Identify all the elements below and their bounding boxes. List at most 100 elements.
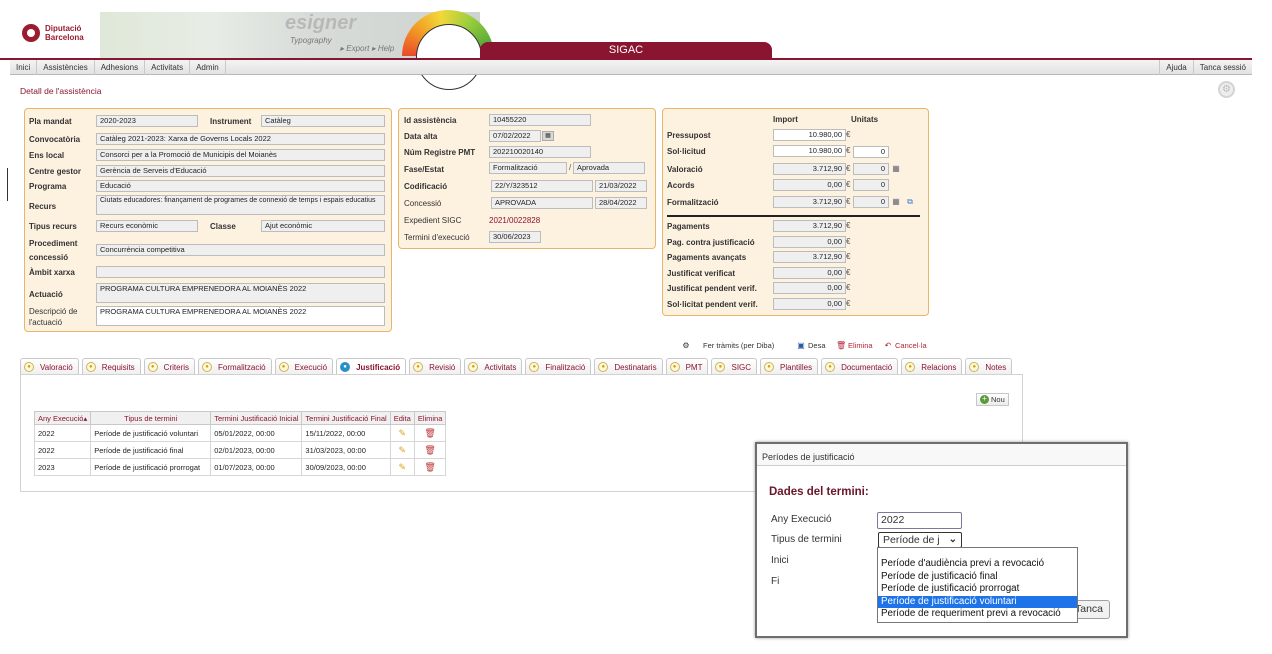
desa-button[interactable]: ▣ Desa — [796, 340, 825, 352]
economic-panel: Import Unitats Pressupost 10.980,00 € So… — [662, 108, 929, 316]
descripcio-field[interactable]: PROGRAMA CULTURA EMPRENEDORA AL MOIANÈS … — [96, 306, 385, 326]
id-assistencia-field: 10455220 — [489, 114, 591, 126]
pmt-label: Núm Registre PMT — [404, 148, 476, 157]
settings-icon[interactable]: ⚙ — [1218, 81, 1235, 98]
menu-activitats[interactable]: Activitats — [145, 59, 191, 75]
terminis-table: Any Execució▴ Tipus de termini Termini J… — [33, 411, 447, 476]
col-termini-final[interactable]: Termini Justificació Final — [301, 411, 391, 425]
table-row: 2023 Període de justificació prorrogat 0… — [33, 458, 447, 476]
calculator-icon[interactable]: ▦ — [891, 164, 901, 174]
menu-adhesions[interactable]: Adhesions — [95, 59, 146, 75]
calendar-icon[interactable]: ▦ — [542, 131, 554, 141]
concessio-label: concessió — [29, 253, 69, 262]
trash-icon[interactable]: 🗑 — [424, 428, 435, 438]
tab-documentacio[interactable]: ● Documentació — [821, 358, 899, 375]
justificat-pendent-label: Justificat pendent verif. — [667, 284, 757, 293]
tab-status-icon: ● — [905, 362, 916, 372]
pencil-icon[interactable]: ✎ — [398, 445, 406, 455]
menu-inici[interactable]: Inici — [10, 59, 38, 75]
tab-status-icon: ● — [202, 362, 213, 372]
pagaments-label: Pagaments — [667, 222, 710, 231]
option-requeriment[interactable]: Període de requeriment previ a revocació — [878, 608, 1077, 621]
sollicitud-unitats[interactable]: 0 — [853, 146, 889, 158]
delete-cell: 🗑 — [413, 458, 447, 476]
justificat-verificat-label: Justificat verificat — [667, 269, 736, 278]
pressupost-import[interactable]: 10.980,00 — [773, 129, 846, 141]
trash-icon: 🗑 — [836, 341, 847, 350]
menu-admin[interactable]: Admin — [190, 59, 226, 75]
classe-label: Classe — [210, 222, 236, 231]
pencil-icon[interactable]: ✎ — [398, 428, 406, 438]
instrument-field: Catàleg — [261, 115, 385, 127]
descripcio-label-2: l'actuació — [29, 318, 63, 327]
tab-formalitzacio[interactable]: ● Formalització — [198, 358, 272, 375]
option-voluntari[interactable]: Període de justificació voluntari — [878, 595, 1077, 608]
tab-status-icon: ● — [598, 362, 609, 372]
formalitzacio-label: Formalització — [667, 198, 719, 207]
pencil-icon[interactable]: ✎ — [398, 462, 406, 472]
logo-line-1: Diputació — [45, 24, 82, 33]
tab-valoracio[interactable]: ● Valoració — [20, 358, 79, 375]
delete-cell: 🗑 — [413, 441, 447, 459]
centre-gestor-field: Gerència de Serveis d'Educació — [96, 165, 385, 177]
col-tipus-termini[interactable]: Tipus de termini — [90, 411, 212, 425]
logo-icon — [22, 24, 40, 42]
undo-icon: ↶ — [884, 341, 892, 350]
fase-field: Formalització — [489, 162, 567, 174]
tab-revisio[interactable]: ● Revisió — [409, 358, 462, 375]
option-audiencia[interactable]: Període d'audiència previ a revocació — [878, 558, 1077, 571]
elimina-button[interactable]: 🗑 Elimina — [836, 340, 873, 352]
option-prorrogat[interactable]: Període de justificació prorrogat — [878, 583, 1077, 596]
col-termini-inicial[interactable]: Termini Justificació Inicial — [210, 411, 303, 425]
main-menu: Inici Assistències Adhesions Activitats … — [10, 59, 1252, 75]
valoracio-label: Valoració — [667, 165, 703, 174]
cancel-button[interactable]: ↶ Cancel·la — [883, 340, 927, 352]
tab-status-icon: ● — [764, 362, 775, 372]
calculator-icon[interactable]: ▦ — [891, 197, 901, 207]
expedient-link[interactable]: 2021/0022828 — [489, 216, 540, 225]
concessio-field: APROVADA — [491, 197, 593, 209]
logo-line-2: Barcelona — [45, 33, 84, 42]
trash-icon[interactable]: 🗑 — [424, 445, 435, 455]
data-alta-label: Data alta — [404, 132, 438, 141]
unitats-col-header: Unitats — [851, 115, 879, 124]
tab-bar: ● Valoració ● Requisits ● Criteris ● Formali… — [20, 358, 1015, 375]
delete-cell: 🗑 — [413, 424, 447, 442]
left-info-panel: Pla mandat 2020-2023 Instrument Catàleg … — [24, 108, 392, 332]
any-execucio-input[interactable]: 2022 — [877, 512, 962, 529]
option-final[interactable]: Període de justificació final — [878, 571, 1077, 584]
sollicitat-pendent-import: 0,00 — [773, 298, 846, 310]
codificacio-label: Codificació — [404, 182, 448, 191]
table-row: 2022 Període de justificació final 02/01… — [33, 441, 447, 459]
tab-pmt[interactable]: ● PMT — [665, 358, 709, 375]
tab-status-icon: ● — [715, 362, 726, 372]
tab-finalitzacio[interactable]: ● Finalització — [525, 358, 592, 375]
id-assistencia-label: Id assistència — [404, 116, 457, 125]
tab-justificacio[interactable]: ● Justificació — [336, 358, 407, 375]
programa-label: Programa — [29, 182, 67, 191]
tipus-recurs-field: Recurs econòmic — [96, 220, 198, 232]
copy-icon[interactable]: ⧉ — [905, 197, 915, 207]
sollicitud-import[interactable]: 10.980,00 — [773, 145, 846, 157]
acords-unitats: 0 — [853, 179, 889, 191]
tab-relacions[interactable]: ● Relacions — [901, 358, 963, 375]
tab-activitats[interactable]: ● Activitats — [464, 358, 523, 375]
menu-ajuda[interactable]: Ajuda — [1159, 59, 1192, 75]
nou-button[interactable]: + Nou — [976, 393, 1009, 406]
tab-execucio[interactable]: ● Execució — [274, 358, 334, 375]
diputacio-logo[interactable]: Diputació Barcelona — [22, 24, 84, 42]
tab-destinataris[interactable]: ● Destinataris — [594, 358, 663, 375]
menu-tanca-sessio[interactable]: Tanca sessió — [1192, 59, 1252, 75]
tab-notes[interactable]: ● Notes — [965, 358, 1013, 375]
trash-icon[interactable]: 🗑 — [424, 462, 435, 472]
menu-assistencies[interactable]: Assistències — [37, 59, 95, 75]
col-any-execucio[interactable]: Any Execució▴ — [33, 411, 92, 425]
tipus-termini-select[interactable]: Període de j ⌄ — [878, 532, 962, 548]
fer-tramits-button[interactable]: ⚙ Fer tràmits (per Diba) — [681, 340, 774, 352]
tab-plantilles[interactable]: ● Plantilles — [760, 358, 819, 375]
tab-criteris[interactable]: ● Criteris — [143, 358, 196, 375]
concessio-label: Concessió — [404, 199, 442, 208]
acords-import: 0,00 — [773, 179, 846, 191]
tab-requisits[interactable]: ● Requisits — [81, 358, 141, 375]
tab-sigc[interactable]: ● SIGC — [711, 358, 758, 375]
